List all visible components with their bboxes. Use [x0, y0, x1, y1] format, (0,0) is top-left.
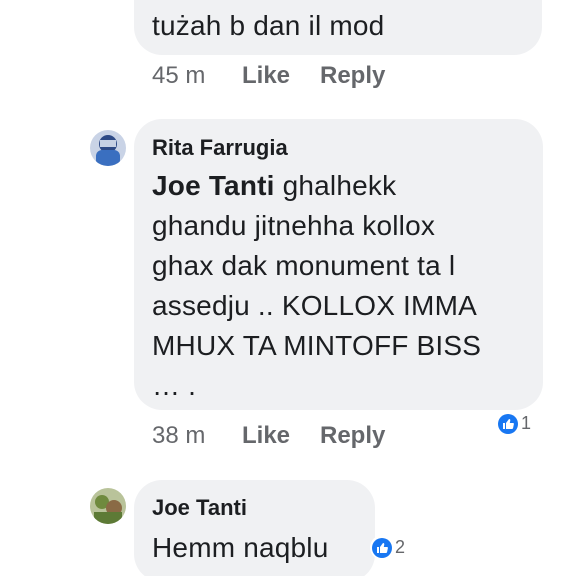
comment-line: … . — [152, 370, 197, 401]
comment-line: ghandu jitnehha kollox — [152, 210, 436, 241]
reaction-count[interactable]: 1 — [496, 411, 537, 436]
comment-timestamp: 45 m — [152, 62, 206, 89]
comment-body: Joe Tanti ghalhekk ghandu jitnehha kollo… — [152, 166, 481, 406]
reaction-count-value: 2 — [395, 537, 406, 557]
like-button[interactable]: Like — [242, 422, 320, 450]
comment-line: assedju .. KOLLOX IMMA — [152, 290, 477, 321]
comment-line: ghax dak monument ta l — [152, 250, 456, 281]
comment-actions: 38 m Like Reply — [152, 422, 385, 450]
like-reaction-icon — [498, 413, 518, 434]
reply-button[interactable]: Reply — [320, 62, 385, 90]
avatar-image — [90, 488, 126, 524]
mention-link[interactable]: Joe Tanti — [152, 170, 275, 201]
comment-actions: 45 m Like Reply — [152, 62, 385, 90]
comment-author[interactable]: Rita Farrugia — [152, 135, 288, 161]
reply-button[interactable]: Reply — [320, 422, 385, 450]
avatar[interactable] — [90, 488, 126, 524]
like-button[interactable]: Like — [242, 62, 320, 90]
comment-text: Hemm naqblu — [152, 532, 329, 563]
like-reaction-icon — [372, 537, 392, 558]
comment-author[interactable]: Joe Tanti — [152, 495, 247, 521]
reaction-count[interactable]: 2 — [370, 535, 411, 560]
comment-text: tużah b dan il mod — [152, 10, 385, 41]
avatar-image — [90, 130, 126, 166]
comment-timestamp: 38 m — [152, 422, 206, 449]
reaction-count-value: 1 — [521, 413, 532, 433]
comment-line: MHUX TA MINTOFF BISS — [152, 330, 482, 361]
comment-line: ghalhekk — [274, 170, 397, 201]
avatar[interactable] — [90, 130, 126, 166]
